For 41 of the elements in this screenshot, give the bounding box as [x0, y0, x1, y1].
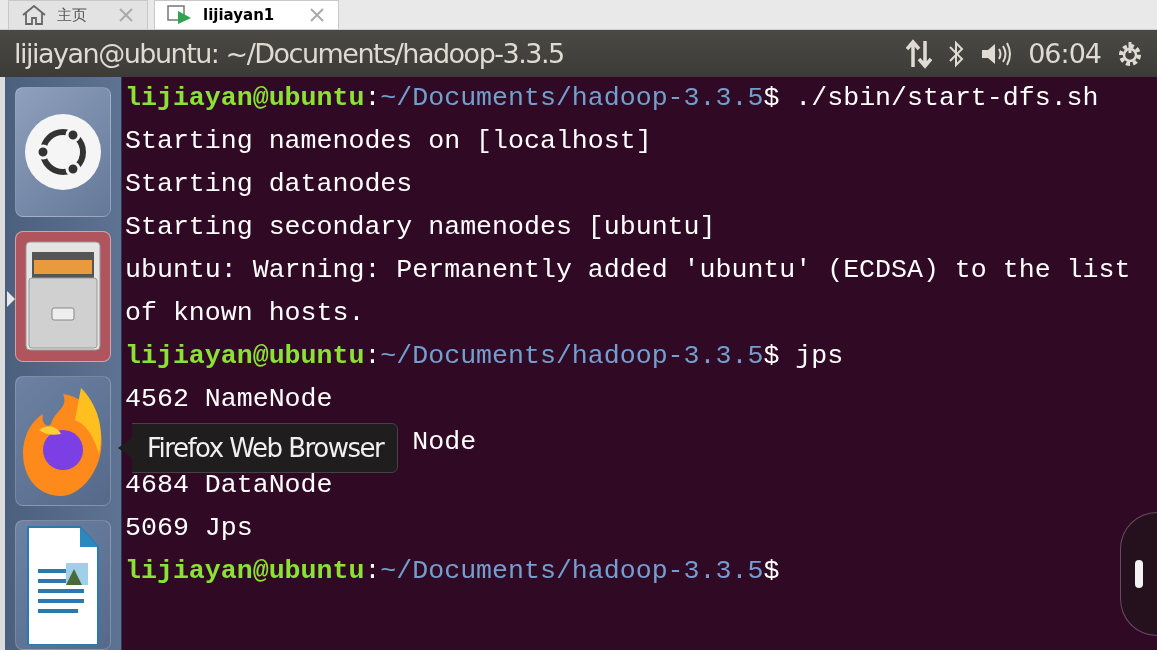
prompt-user: lijiayan@ubuntu	[125, 83, 365, 113]
output-line: 4562 NameNode	[125, 384, 333, 414]
command-text: jps	[795, 341, 844, 371]
output-line: 4684 DataNode	[125, 470, 333, 500]
tab[interactable]: lijiayan1	[154, 0, 339, 29]
scroll-handle[interactable]	[1135, 560, 1143, 588]
power-gear-icon[interactable]	[1117, 39, 1143, 68]
home-icon	[21, 5, 47, 25]
file-cabinet-icon	[24, 240, 102, 353]
window-title: lijiayan@ubuntu: ~/Documents/hadoop-3.3.5	[14, 38, 565, 69]
bluetooth-icon[interactable]	[948, 38, 965, 69]
virtual-machine-icon	[167, 5, 193, 25]
output-line: Starting secondary namenodes [ubuntu]	[125, 212, 716, 242]
output-line: Starting namenodes on [localhost]	[125, 126, 652, 156]
prompt-symbol: $	[763, 341, 780, 371]
launcher-item[interactable]	[15, 231, 111, 362]
command-text: ./sbin/start-dfs.sh	[795, 83, 1099, 113]
output-line: Starting datanodes	[125, 169, 413, 199]
prompt-separator: :	[364, 341, 381, 371]
document-icon	[26, 524, 100, 645]
prompt-symbol: $	[763, 83, 780, 113]
network-arrows-icon[interactable]	[906, 38, 933, 69]
prompt-path: ~/Documents/hadoop-3.3.5	[380, 556, 764, 586]
output-line: of known hosts.	[125, 298, 365, 328]
prompt-path: ~/Documents/hadoop-3.3.5	[380, 83, 764, 113]
prompt-user: lijiayan@ubuntu	[125, 341, 365, 371]
clock-time[interactable]: 06:04	[1028, 38, 1101, 69]
launcher-item[interactable]	[15, 87, 111, 218]
prompt-user: lijiayan@ubuntu	[125, 556, 365, 586]
tooltip: Firefox Web Browser	[118, 423, 399, 473]
prompt-separator: :	[364, 556, 381, 586]
output-line: 5069 Jps	[125, 513, 253, 543]
prompt-path: ~/Documents/hadoop-3.3.5	[380, 341, 764, 371]
prompt-separator: :	[364, 83, 381, 113]
ubuntu-logo-icon	[23, 112, 103, 193]
output-line: ubuntu: Warning: Permanently added 'ubuntu' (ECDSA) to the list	[125, 255, 1131, 285]
output-line: Node	[412, 427, 477, 457]
launcher-item[interactable]	[15, 519, 111, 650]
prompt-symbol: $	[763, 556, 780, 586]
tab[interactable]: 主页	[8, 0, 148, 29]
volume-icon[interactable]	[980, 40, 1013, 67]
